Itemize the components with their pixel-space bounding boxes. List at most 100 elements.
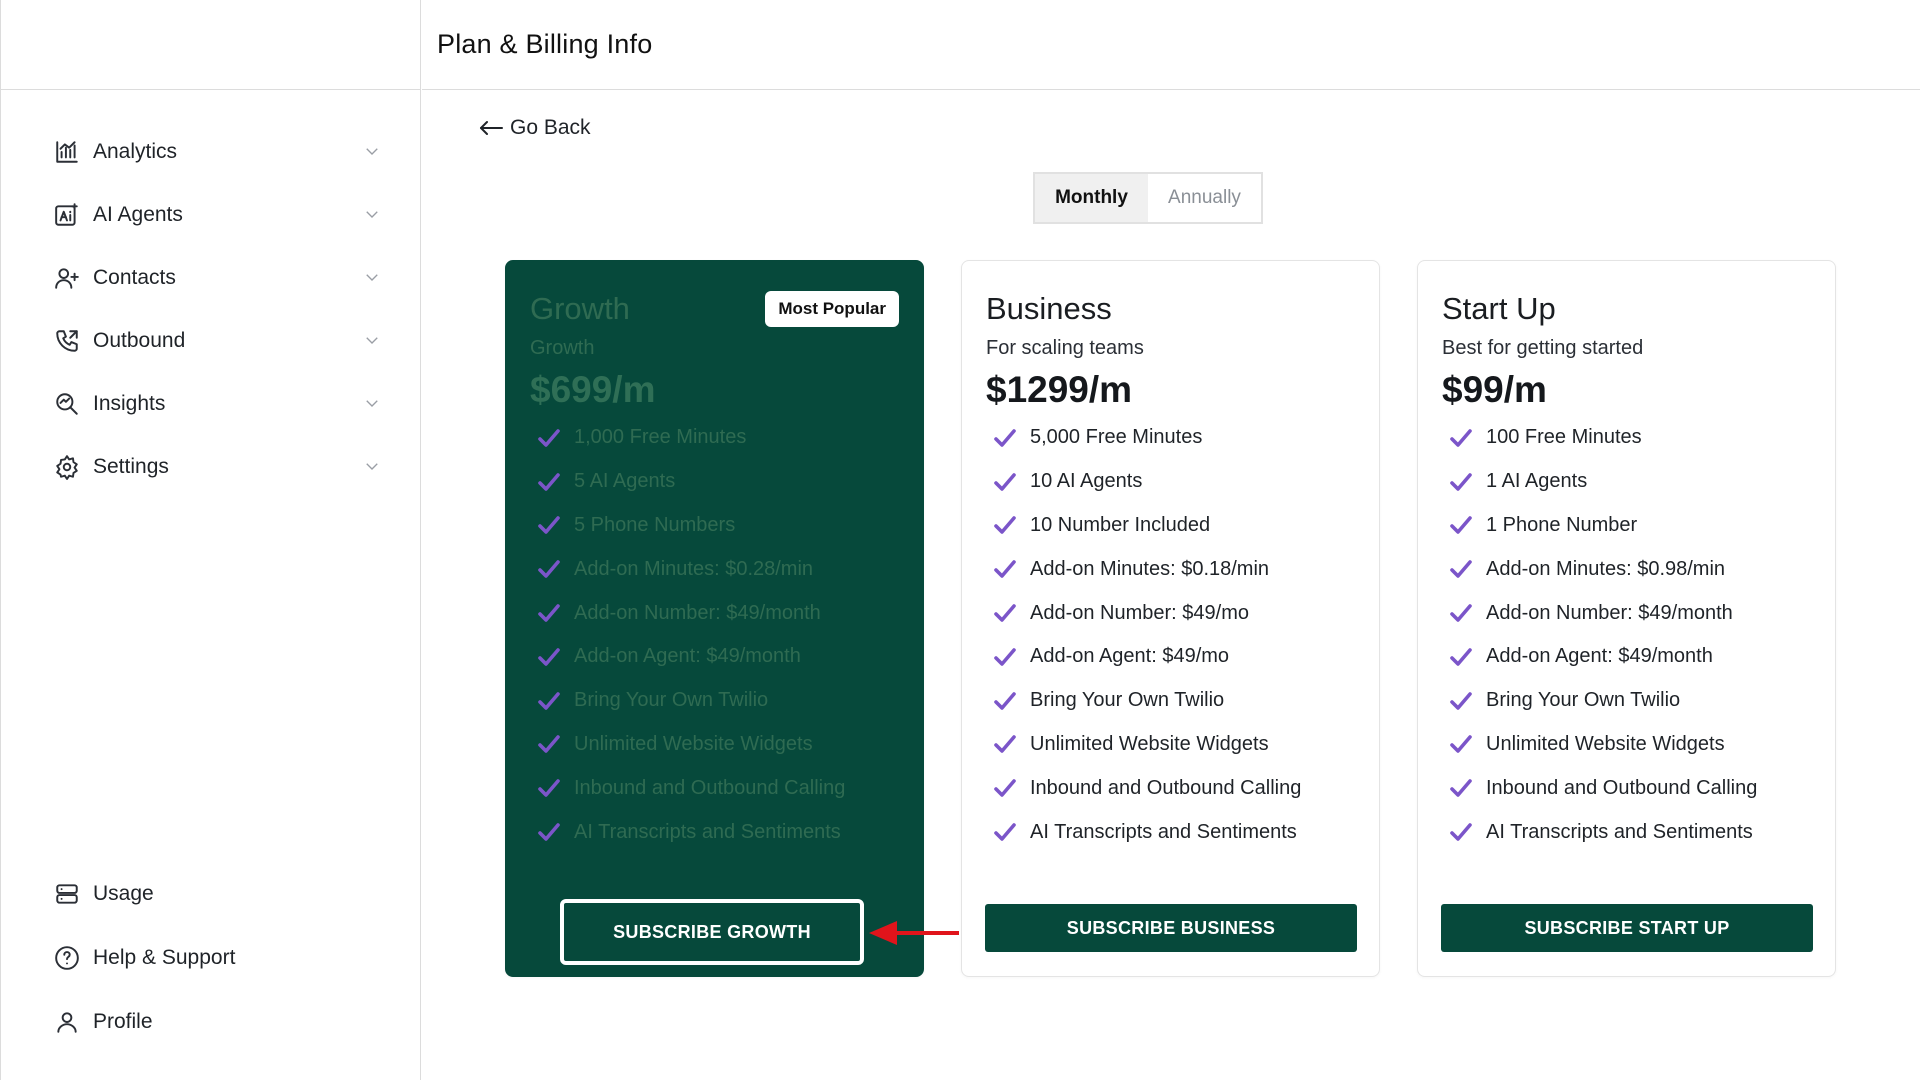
feature-label: 10 AI Agents	[1030, 470, 1143, 493]
feature-item: Add-on Minutes: $0.18/min	[992, 547, 1301, 591]
feature-label: AI Transcripts and Sentiments	[1030, 820, 1297, 843]
feature-label: Unlimited Website Widgets	[1030, 732, 1269, 755]
feature-item: Add-on Agent: $49/mo	[992, 635, 1301, 679]
check-icon	[992, 775, 1018, 801]
sidebar-item-ai-agents[interactable]: AI Agents	[1, 183, 421, 246]
chevron-down-icon[interactable]	[363, 331, 381, 349]
sidebar-item-help-support[interactable]: Help & Support	[1, 926, 421, 990]
insights-icon	[53, 390, 81, 418]
plan-title: Start Up	[1442, 291, 1556, 326]
feature-label: Bring Your Own Twilio	[1486, 689, 1681, 712]
plan-card-business: Business For scaling teams $1299/m 5,000…	[961, 260, 1380, 977]
check-icon	[1448, 425, 1474, 451]
feature-label: Bring Your Own Twilio	[574, 689, 769, 712]
feature-item: Unlimited Website Widgets	[992, 723, 1301, 767]
page-title: Plan & Billing Info	[437, 29, 653, 59]
feature-item: 1,000 Free Minutes	[536, 416, 845, 460]
sidebar-item-analytics[interactable]: Analytics	[1, 120, 421, 183]
plan-features: 100 Free Minutes 1 AI Agents 1 Phone Numbe…	[1448, 416, 1757, 854]
feature-item: Inbound and Outbound Calling	[536, 766, 845, 810]
chevron-down-icon[interactable]	[363, 142, 381, 160]
feature-label: 5,000 Free Minutes	[1030, 426, 1203, 449]
feature-item: 10 AI Agents	[992, 460, 1301, 504]
feature-label: 5 AI Agents	[574, 470, 676, 493]
subscribe-growth-button[interactable]: SUBSCRIBE GROWTH	[560, 899, 864, 965]
feature-item: Unlimited Website Widgets	[1448, 723, 1757, 767]
sidebar-item-outbound[interactable]: Outbound	[1, 309, 421, 372]
feature-item: Bring Your Own Twilio	[992, 679, 1301, 723]
check-icon	[992, 731, 1018, 757]
sidebar-item-settings[interactable]: Settings	[1, 435, 421, 498]
toggle-annually[interactable]: Annually	[1148, 174, 1261, 222]
check-icon	[1448, 819, 1474, 845]
check-icon	[536, 425, 562, 451]
plan-title: Business	[986, 291, 1112, 326]
check-icon	[992, 469, 1018, 495]
chevron-down-icon[interactable]	[363, 394, 381, 412]
chevron-down-icon[interactable]	[363, 457, 381, 475]
feature-item: Add-on Number: $49/month	[1448, 591, 1757, 635]
sidebar-item-contacts[interactable]: Contacts	[1, 246, 421, 309]
feature-item: 100 Free Minutes	[1448, 416, 1757, 460]
analytics-icon	[53, 138, 81, 166]
feature-label: Inbound and Outbound Calling	[1030, 776, 1302, 799]
check-icon	[536, 775, 562, 801]
sidebar-item-label: Contacts	[93, 265, 176, 289]
annotation-arrow-icon	[867, 918, 959, 948]
check-icon	[992, 556, 1018, 582]
go-back-link[interactable]: Go Back	[478, 116, 591, 140]
feature-label: Bring Your Own Twilio	[1030, 689, 1225, 712]
page-header: Plan & Billing Info	[422, 0, 1920, 90]
feature-label: Add-on Number: $49/mo	[1030, 601, 1250, 624]
toggle-monthly[interactable]: Monthly	[1035, 174, 1148, 222]
feature-item: 1 Phone Number	[1448, 504, 1757, 548]
feature-item: 5,000 Free Minutes	[992, 416, 1301, 460]
check-icon	[1448, 644, 1474, 670]
check-icon	[992, 819, 1018, 845]
feature-item: Bring Your Own Twilio	[1448, 679, 1757, 723]
plan-features: 5,000 Free Minutes 10 AI Agents 10 Number …	[992, 416, 1301, 854]
app-window: Analytics AI Agents Contacts Outbound In…	[0, 0, 1920, 1080]
sidebar-item-label: Insights	[93, 391, 166, 415]
plan-subtitle: Best for getting started	[1442, 337, 1644, 359]
feature-item: Add-on Minutes: $0.28/min	[536, 547, 845, 591]
sidebar-item-usage[interactable]: Usage	[1, 862, 421, 926]
feature-label: 1 Phone Number	[1486, 513, 1638, 536]
feature-label: Inbound and Outbound Calling	[1486, 776, 1758, 799]
check-icon	[1448, 556, 1474, 582]
plan-subtitle: Growth	[530, 337, 595, 359]
chevron-down-icon[interactable]	[363, 268, 381, 286]
feature-label: Add-on Minutes: $0.18/min	[1030, 557, 1270, 580]
chevron-down-icon[interactable]	[363, 205, 381, 223]
billing-period-toggle: Monthly Annually	[1033, 172, 1263, 224]
feature-item: 5 AI Agents	[536, 460, 845, 504]
check-icon	[1448, 512, 1474, 538]
feature-item: Unlimited Website Widgets	[536, 723, 845, 767]
check-icon	[992, 600, 1018, 626]
check-icon	[1448, 469, 1474, 495]
feature-item: AI Transcripts and Sentiments	[992, 810, 1301, 854]
feature-label: Add-on Agent: $49/month	[574, 645, 801, 668]
sidebar-item-label: Settings	[93, 454, 169, 478]
sidebar-item-profile[interactable]: Profile	[1, 990, 421, 1054]
feature-label: Add-on Number: $49/month	[574, 601, 821, 624]
sidebar-item-label: Analytics	[93, 139, 178, 163]
subscribe-business-button[interactable]: SUBSCRIBE BUSINESS	[985, 904, 1357, 952]
feature-label: Inbound and Outbound Calling	[574, 776, 846, 799]
check-icon	[1448, 775, 1474, 801]
sidebar-item-insights[interactable]: Insights	[1, 372, 421, 435]
feature-label: 5 Phone Numbers	[574, 513, 736, 536]
check-icon	[536, 688, 562, 714]
feature-item: Bring Your Own Twilio	[536, 679, 845, 723]
sidebar-bottom-nav: Usage Help & Support Profile	[1, 862, 421, 1054]
check-icon	[536, 600, 562, 626]
subscribe-start-up-button[interactable]: SUBSCRIBE START UP	[1441, 904, 1813, 952]
feature-item: Inbound and Outbound Calling	[1448, 766, 1757, 810]
feature-item: AI Transcripts and Sentiments	[1448, 810, 1757, 854]
feature-item: Add-on Number: $49/mo	[992, 591, 1301, 635]
plan-subtitle: For scaling teams	[986, 337, 1144, 359]
plan-card-start-up: Start Up Best for getting started $99/m …	[1417, 260, 1836, 977]
feature-item: 1 AI Agents	[1448, 460, 1757, 504]
feature-item: Add-on Agent: $49/month	[536, 635, 845, 679]
help-icon	[53, 944, 81, 972]
